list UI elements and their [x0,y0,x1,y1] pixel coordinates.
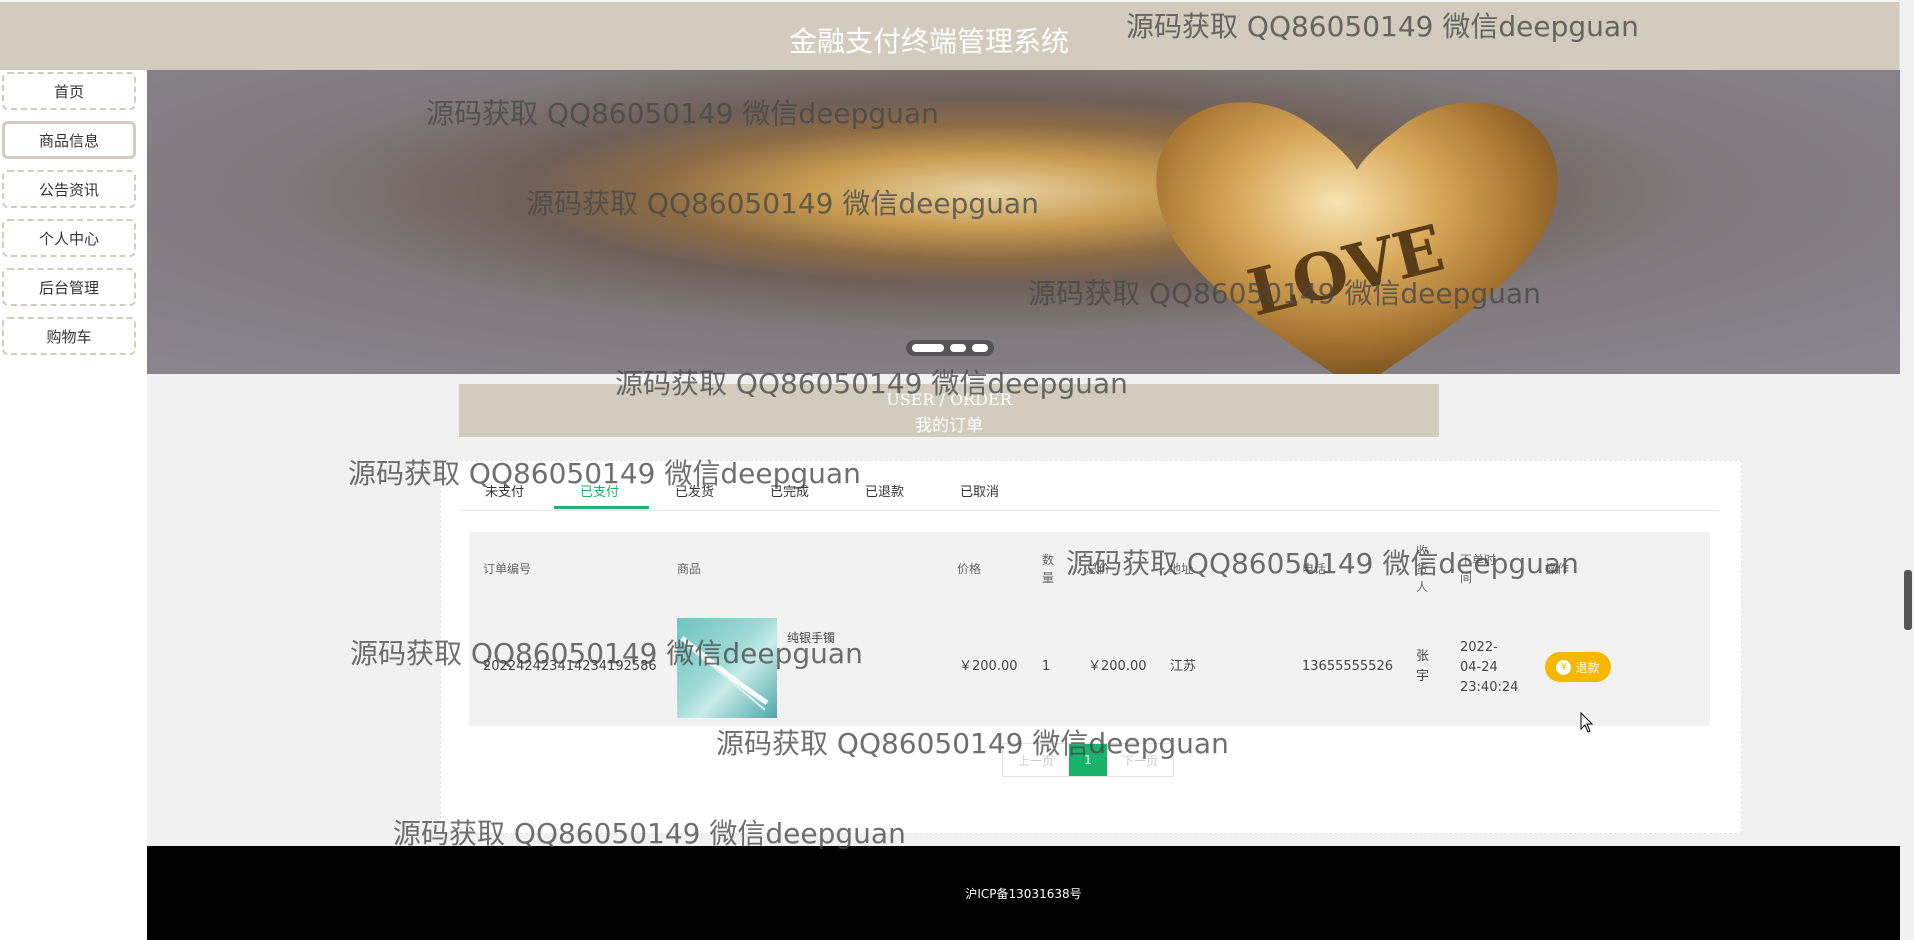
sidebar-item-home[interactable]: 首页 [2,72,136,110]
col-header-price: 价格 [957,562,982,576]
section-title-cn: 我的订单 [915,416,983,436]
site-header: 金融支付终端管理系统 [0,2,1900,70]
site-title: 金融支付终端管理系统 [789,25,1070,58]
col-header-address: 地址 [1169,562,1194,576]
tab-cancelled[interactable]: 已取消 [960,481,999,500]
cell-phone: 13655555526 [1302,659,1393,674]
sidebar: 首页 商品信息 公告资讯 个人中心 后台管理 购物车 [0,70,147,940]
carousel-dot[interactable] [972,344,988,352]
cell-time-date: 2022- [1460,640,1498,655]
current-page[interactable]: 1 [1069,744,1107,776]
cell-total: ￥200.00 [1088,659,1147,674]
col-header-recipient: 收货人 [1416,544,1429,594]
banner-carousel[interactable]: LOVE [147,70,1900,374]
mouse-pointer-icon [1580,712,1594,733]
product-thumbnail[interactable] [677,618,777,718]
pagination: 上一页 1 下一页 [1002,743,1174,777]
carousel-dot[interactable] [950,344,966,352]
refund-button-label: 退款 [1575,660,1600,675]
cell-time-md: 04-24 [1460,660,1498,675]
heart-locket-image: LOVE [1156,102,1558,374]
tab-paid[interactable]: 已支付 [580,481,619,500]
prev-page-button[interactable]: 上一页 [1003,744,1069,776]
next-page-button[interactable]: 下一页 [1107,744,1173,776]
carousel-indicators [906,340,994,356]
cell-recipient: 张宇 [1416,649,1430,684]
col-header-total: 总价 [1086,562,1111,576]
cell-time-hms: 23:40:24 [1460,680,1519,695]
refund-button[interactable]: ¥ 退款 [1545,652,1611,682]
carousel-dot-active[interactable] [912,344,944,352]
vertical-scrollbar[interactable] [1899,0,1914,940]
section-title-en: USER / ORDER [886,390,1012,409]
cell-qty: 1 [1042,659,1051,674]
tab-unpaid[interactable]: 未支付 [485,481,524,500]
section-title-bar: USER / ORDER 我的订单 [459,384,1439,437]
sidebar-item-admin[interactable]: 后台管理 [2,268,136,306]
sidebar-item-products[interactable]: 商品信息 [2,121,136,159]
col-header-qty: 数量 [1042,553,1055,585]
col-header-time: 下单时间 [1460,553,1497,585]
col-header-order-no: 订单编号 [483,562,532,576]
icp-license[interactable]: 沪ICP备13031638号 [147,885,1900,902]
cell-product-name[interactable]: 纯银手镯 [787,628,835,648]
yen-coin-icon: ¥ [1556,659,1572,675]
col-header-phone: 电话 [1302,562,1327,576]
cell-order-no: 20224242341423419258​6 [483,659,657,674]
active-tab-indicator [554,506,649,509]
col-header-product: 商品 [677,562,702,576]
col-header-action: 操作 [1545,562,1570,576]
site-footer: 沪ICP备13031638号 [147,846,1900,940]
order-status-tabs: 未支付 已支付 已发货 已完成 已退款 已取消 [461,474,1719,511]
cell-price: ￥200.00 [959,659,1018,674]
bracelet-image [680,636,769,711]
tab-refunded[interactable]: 已退款 [865,481,904,500]
sidebar-item-cart[interactable]: 购物车 [2,317,136,355]
sidebar-item-profile[interactable]: 个人中心 [2,219,136,257]
scrollbar-thumb[interactable] [1904,570,1912,630]
tab-shipped[interactable]: 已发货 [675,481,714,500]
tab-completed[interactable]: 已完成 [770,481,809,500]
cell-address: 江苏 [1170,659,1197,674]
sidebar-item-news[interactable]: 公告资讯 [2,170,136,208]
